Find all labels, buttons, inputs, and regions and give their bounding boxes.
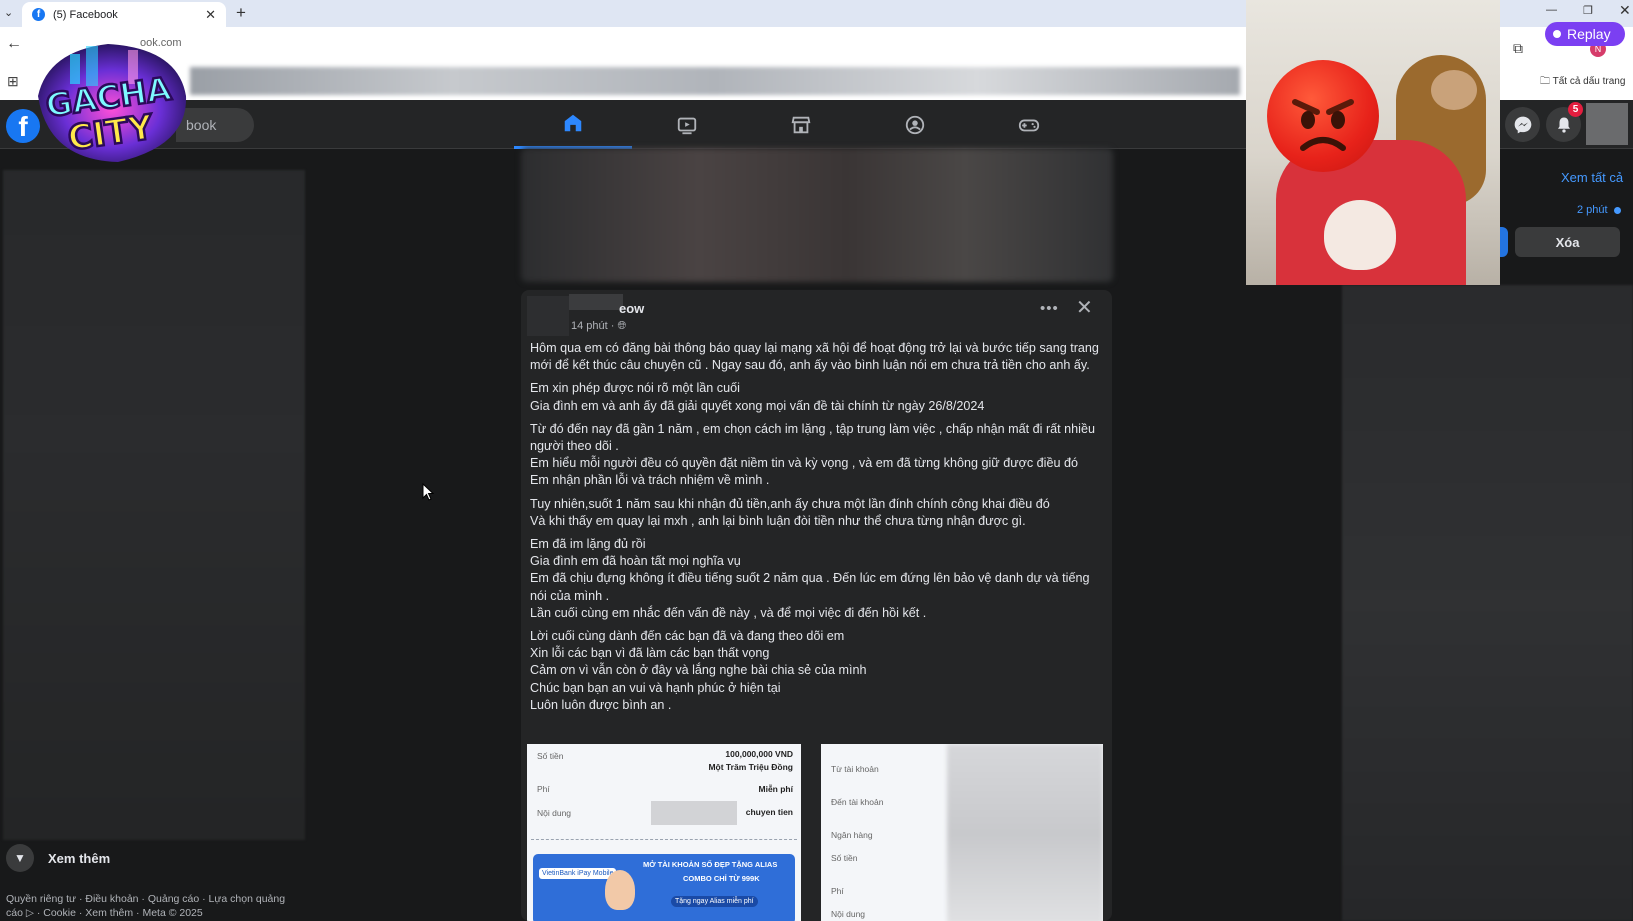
- browser-tab-facebook[interactable]: f (5) Facebook ✕: [22, 2, 226, 27]
- nav-home[interactable]: [514, 100, 632, 149]
- post-body: Hôm qua em có đăng bài thông báo quay lạ…: [530, 340, 1100, 720]
- video-icon: [677, 117, 697, 134]
- see-all-link[interactable]: Xem tất cả: [1561, 170, 1623, 185]
- avatar[interactable]: [1586, 103, 1628, 145]
- replay-button[interactable]: Replay: [1545, 22, 1625, 46]
- blurred-contacts-list: [1342, 285, 1633, 921]
- promo-person-image: [605, 870, 635, 910]
- shirt-heart-graphic: [1324, 200, 1396, 270]
- window-close-icon[interactable]: ✕: [1619, 2, 1631, 19]
- from-account-label: Từ tài khoản: [831, 764, 879, 774]
- groups-icon: [905, 115, 925, 134]
- fee-label: Phí: [537, 784, 550, 794]
- blurred-previous-post: [521, 148, 1113, 282]
- feed-post: eow 14 phút · 🌐︎ ••• ✕ Hôm qua em có đăn…: [521, 290, 1112, 921]
- fee-value: Miễn phí: [758, 784, 793, 794]
- to-account-label: Đến tài khoản: [831, 797, 884, 807]
- banner-line1: MỞ TÀI KHOẢN SỐ ĐẸP TẶNG ALIAS: [643, 860, 778, 869]
- blurred-bookmarks: [190, 67, 1240, 95]
- banner-line3: Tặng ngay Alias miễn phí: [671, 896, 758, 907]
- mouse-cursor-icon: [422, 483, 434, 501]
- gaming-icon: [1018, 119, 1040, 131]
- apps-grid-icon[interactable]: ⊞: [7, 73, 19, 90]
- amount-words: Một Trăm Triệu Đồng: [708, 762, 793, 772]
- transfer-details-image[interactable]: Từ tài khoản Đến tài khoản Ngân hàng Số …: [821, 744, 1103, 921]
- all-bookmarks-label: Tất cả dấu trang: [1552, 76, 1626, 87]
- content-value: chuyen tien: [745, 807, 793, 817]
- tab-list-chevron-icon[interactable]: ⌄: [4, 6, 13, 19]
- divider: [531, 839, 797, 840]
- nav-groups[interactable]: [856, 100, 974, 149]
- back-arrow-icon[interactable]: ←: [6, 35, 22, 53]
- marketplace-icon: [791, 116, 811, 133]
- tab-close-icon[interactable]: ✕: [205, 7, 216, 23]
- promo-banner: VietinBank iPay Mobile MỞ TÀI KHOẢN SỐ Đ…: [533, 854, 795, 921]
- messenger-button[interactable]: [1505, 107, 1540, 142]
- footer-links[interactable]: Quyền riêng tư · Điều khoản · Quảng cáo …: [6, 892, 286, 920]
- nav-gaming[interactable]: [970, 100, 1088, 149]
- content-label: Nội dung: [831, 909, 866, 919]
- facebook-favicon-icon: f: [32, 8, 45, 21]
- bank-label: Ngân hàng: [831, 830, 873, 840]
- unread-dot-icon: [1614, 207, 1621, 214]
- blurred-account-details: [947, 744, 1103, 921]
- webcam-overlay: [1246, 0, 1500, 285]
- blurred-left-sidebar: [3, 170, 305, 840]
- amount-value: 100,000,000 VND: [725, 749, 793, 759]
- fee-label: Phí: [831, 886, 844, 896]
- extensions-icon[interactable]: ⧉: [1513, 40, 1523, 57]
- notification-badge: 5: [1568, 102, 1583, 117]
- amount-label: Số tiền: [831, 853, 858, 863]
- delete-button[interactable]: Xóa: [1515, 227, 1620, 257]
- bank-name: VietinBank iPay Mobile: [539, 868, 617, 879]
- post-paragraph: Từ đó đến nay đã gần 1 năm , em chọn các…: [530, 421, 1095, 488]
- all-bookmarks-link[interactable]: 🗀 Tất cả dấu trang: [1540, 74, 1625, 91]
- gacha-city-logo: GACHA CITY: [38, 44, 187, 162]
- more-options-icon[interactable]: •••: [1040, 300, 1059, 317]
- post-paragraph: Hôm qua em có đăng bài thông báo quay lạ…: [530, 341, 1099, 373]
- chevron-down-icon: ▼: [6, 844, 34, 872]
- window-restore-icon[interactable]: ❐: [1583, 4, 1593, 17]
- plush-bear-face: [1431, 70, 1477, 110]
- post-paragraph: Lời cuối cùng dành đến các bạn đã và đan…: [530, 629, 867, 712]
- replay-label: Replay: [1567, 26, 1611, 42]
- close-icon[interactable]: ✕: [1076, 295, 1093, 320]
- home-icon: [564, 114, 582, 132]
- record-dot-icon: [1553, 30, 1561, 38]
- nav-marketplace[interactable]: [742, 100, 860, 149]
- bell-icon: [1557, 117, 1570, 133]
- globe-icon: 🌐︎: [617, 320, 627, 332]
- banner-line2: COMBO CHỈ TỪ 999K: [683, 874, 760, 883]
- post-paragraph: Em đã im lặng đủ rồi Gia đình em đã hoàn…: [530, 537, 1090, 620]
- blurred-author-name: [569, 294, 623, 310]
- post-time-text: 14 phút ·: [571, 320, 615, 332]
- author-avatar[interactable]: [527, 296, 569, 336]
- transfer-receipt-image[interactable]: Số tiền 100,000,000 VND Một Trăm Triệu Đ…: [527, 744, 801, 921]
- content-label: Nội dung: [537, 808, 572, 818]
- window-minimize-icon[interactable]: —: [1546, 4, 1557, 16]
- post-paragraph: Tuy nhiên,suốt 1 năm sau khi nhận đủ tiề…: [530, 496, 1050, 528]
- post-paragraph: Em xin phép được nói rõ một lần cuối Gia…: [530, 381, 985, 413]
- see-more-label: Xem thêm: [48, 850, 111, 866]
- angry-face-icon: [1267, 60, 1379, 172]
- amount-label: Số tiền: [537, 751, 564, 761]
- nav-video[interactable]: [628, 100, 746, 149]
- post-author[interactable]: eow: [619, 301, 644, 316]
- angry-face-features: [1292, 99, 1354, 151]
- tab-title: (5) Facebook: [53, 8, 118, 21]
- blurred-content: [651, 801, 737, 825]
- see-more-button[interactable]: ▼ Xem thêm: [6, 844, 110, 872]
- new-tab-button[interactable]: +: [236, 3, 246, 23]
- notification-time: 2 phút: [1577, 204, 1608, 216]
- messenger-icon: [1514, 116, 1531, 133]
- post-timestamp[interactable]: 14 phút · 🌐︎: [571, 320, 626, 333]
